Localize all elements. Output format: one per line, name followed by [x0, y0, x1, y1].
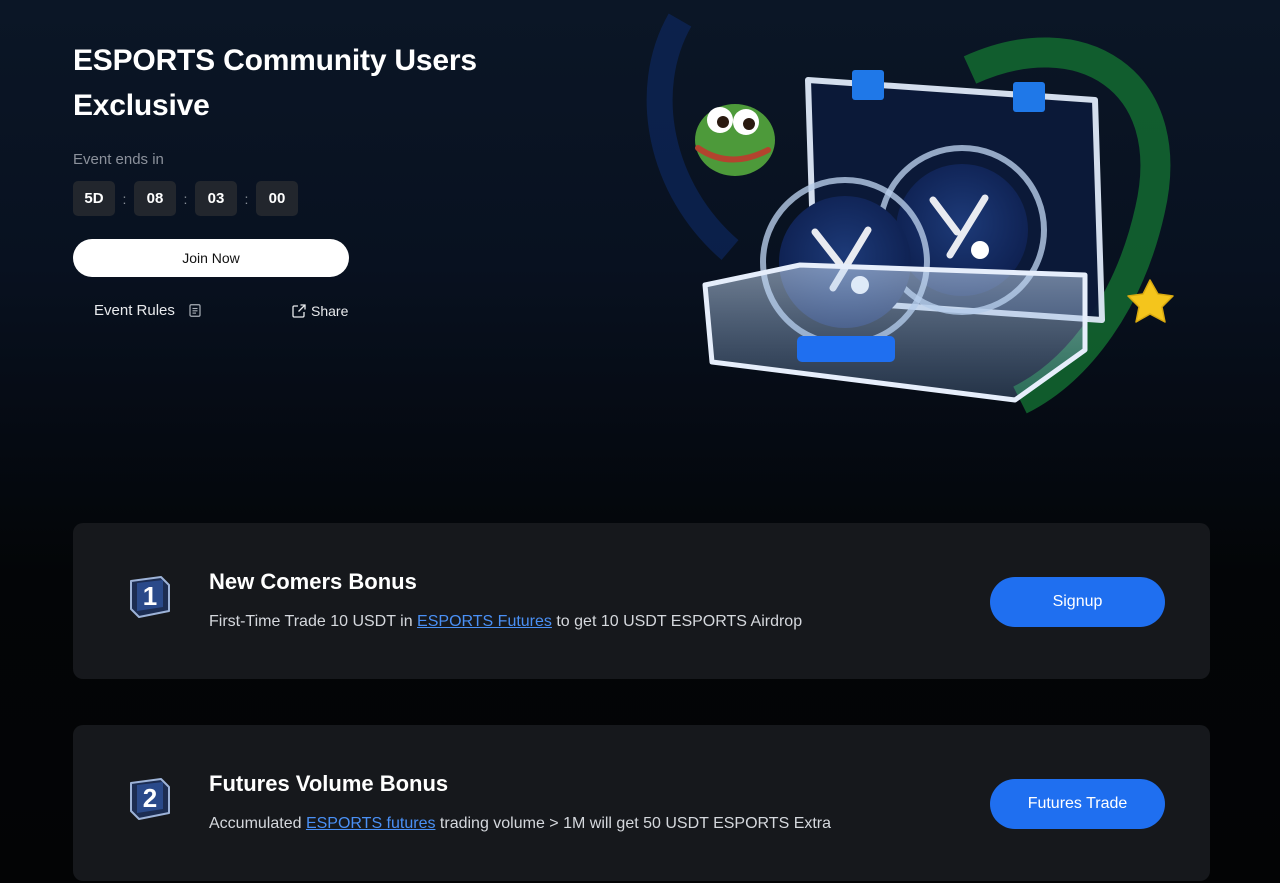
- countdown-seconds: 00: [256, 181, 298, 216]
- frog-mascot-icon: [695, 104, 775, 176]
- svg-text:2: 2: [143, 783, 157, 813]
- share-link[interactable]: Share: [292, 303, 348, 319]
- countdown-days: 5D: [73, 181, 115, 216]
- task-description: First-Time Trade 10 USDT in ESPORTS Futu…: [209, 613, 802, 631]
- esports-futures-link[interactable]: ESPORTS futures: [306, 815, 436, 832]
- event-rules-link[interactable]: Event Rules: [94, 302, 201, 319]
- task-card-new-comers: 1 New Comers Bonus First-Time Trade 10 U…: [73, 523, 1210, 679]
- task-card-futures-volume: 2 Futures Volume Bonus Accumulated ESPOR…: [73, 725, 1210, 881]
- countdown-separator: :: [183, 190, 188, 207]
- esports-futures-link[interactable]: ESPORTS Futures: [417, 613, 552, 630]
- futures-trade-button[interactable]: Futures Trade: [990, 779, 1165, 829]
- event-rules-label: Event Rules: [94, 302, 175, 319]
- share-external-icon: [292, 304, 306, 318]
- number-one-badge-icon: 1: [130, 576, 170, 618]
- countdown-hours: 08: [134, 181, 176, 216]
- join-now-button[interactable]: Join Now: [73, 239, 349, 277]
- signup-button[interactable]: Signup: [990, 577, 1165, 627]
- countdown-minutes: 03: [195, 181, 237, 216]
- countdown-separator: :: [122, 190, 127, 207]
- event-ends-label: Event ends in: [73, 151, 164, 168]
- countdown-timer: 5D : 08 : 03 : 00: [73, 181, 298, 216]
- task-desc-text: First-Time Trade 10 USDT in: [209, 613, 418, 630]
- task-desc-text: trading volume > 1M will get 50 USDT ESP…: [435, 815, 832, 832]
- task-desc-text: to get 10 USDT ESPORTS Airdrop: [551, 613, 803, 630]
- task-title: New Comers Bonus: [209, 569, 417, 594]
- number-two-badge-icon: 2: [130, 778, 170, 820]
- countdown-separator: :: [244, 190, 249, 207]
- hero-illustration: [646, 13, 1174, 414]
- task-title: Futures Volume Bonus: [209, 771, 449, 796]
- glass-case-base: [702, 262, 1088, 403]
- task-description: Accumulated ESPORTS futures trading volu…: [209, 815, 831, 833]
- share-label: Share: [311, 303, 349, 319]
- svg-text:1: 1: [143, 581, 157, 611]
- page-title: ESPORTS Community Users Exclusive: [73, 44, 477, 122]
- task-desc-text: Accumulated: [209, 815, 306, 832]
- document-icon: [189, 304, 201, 317]
